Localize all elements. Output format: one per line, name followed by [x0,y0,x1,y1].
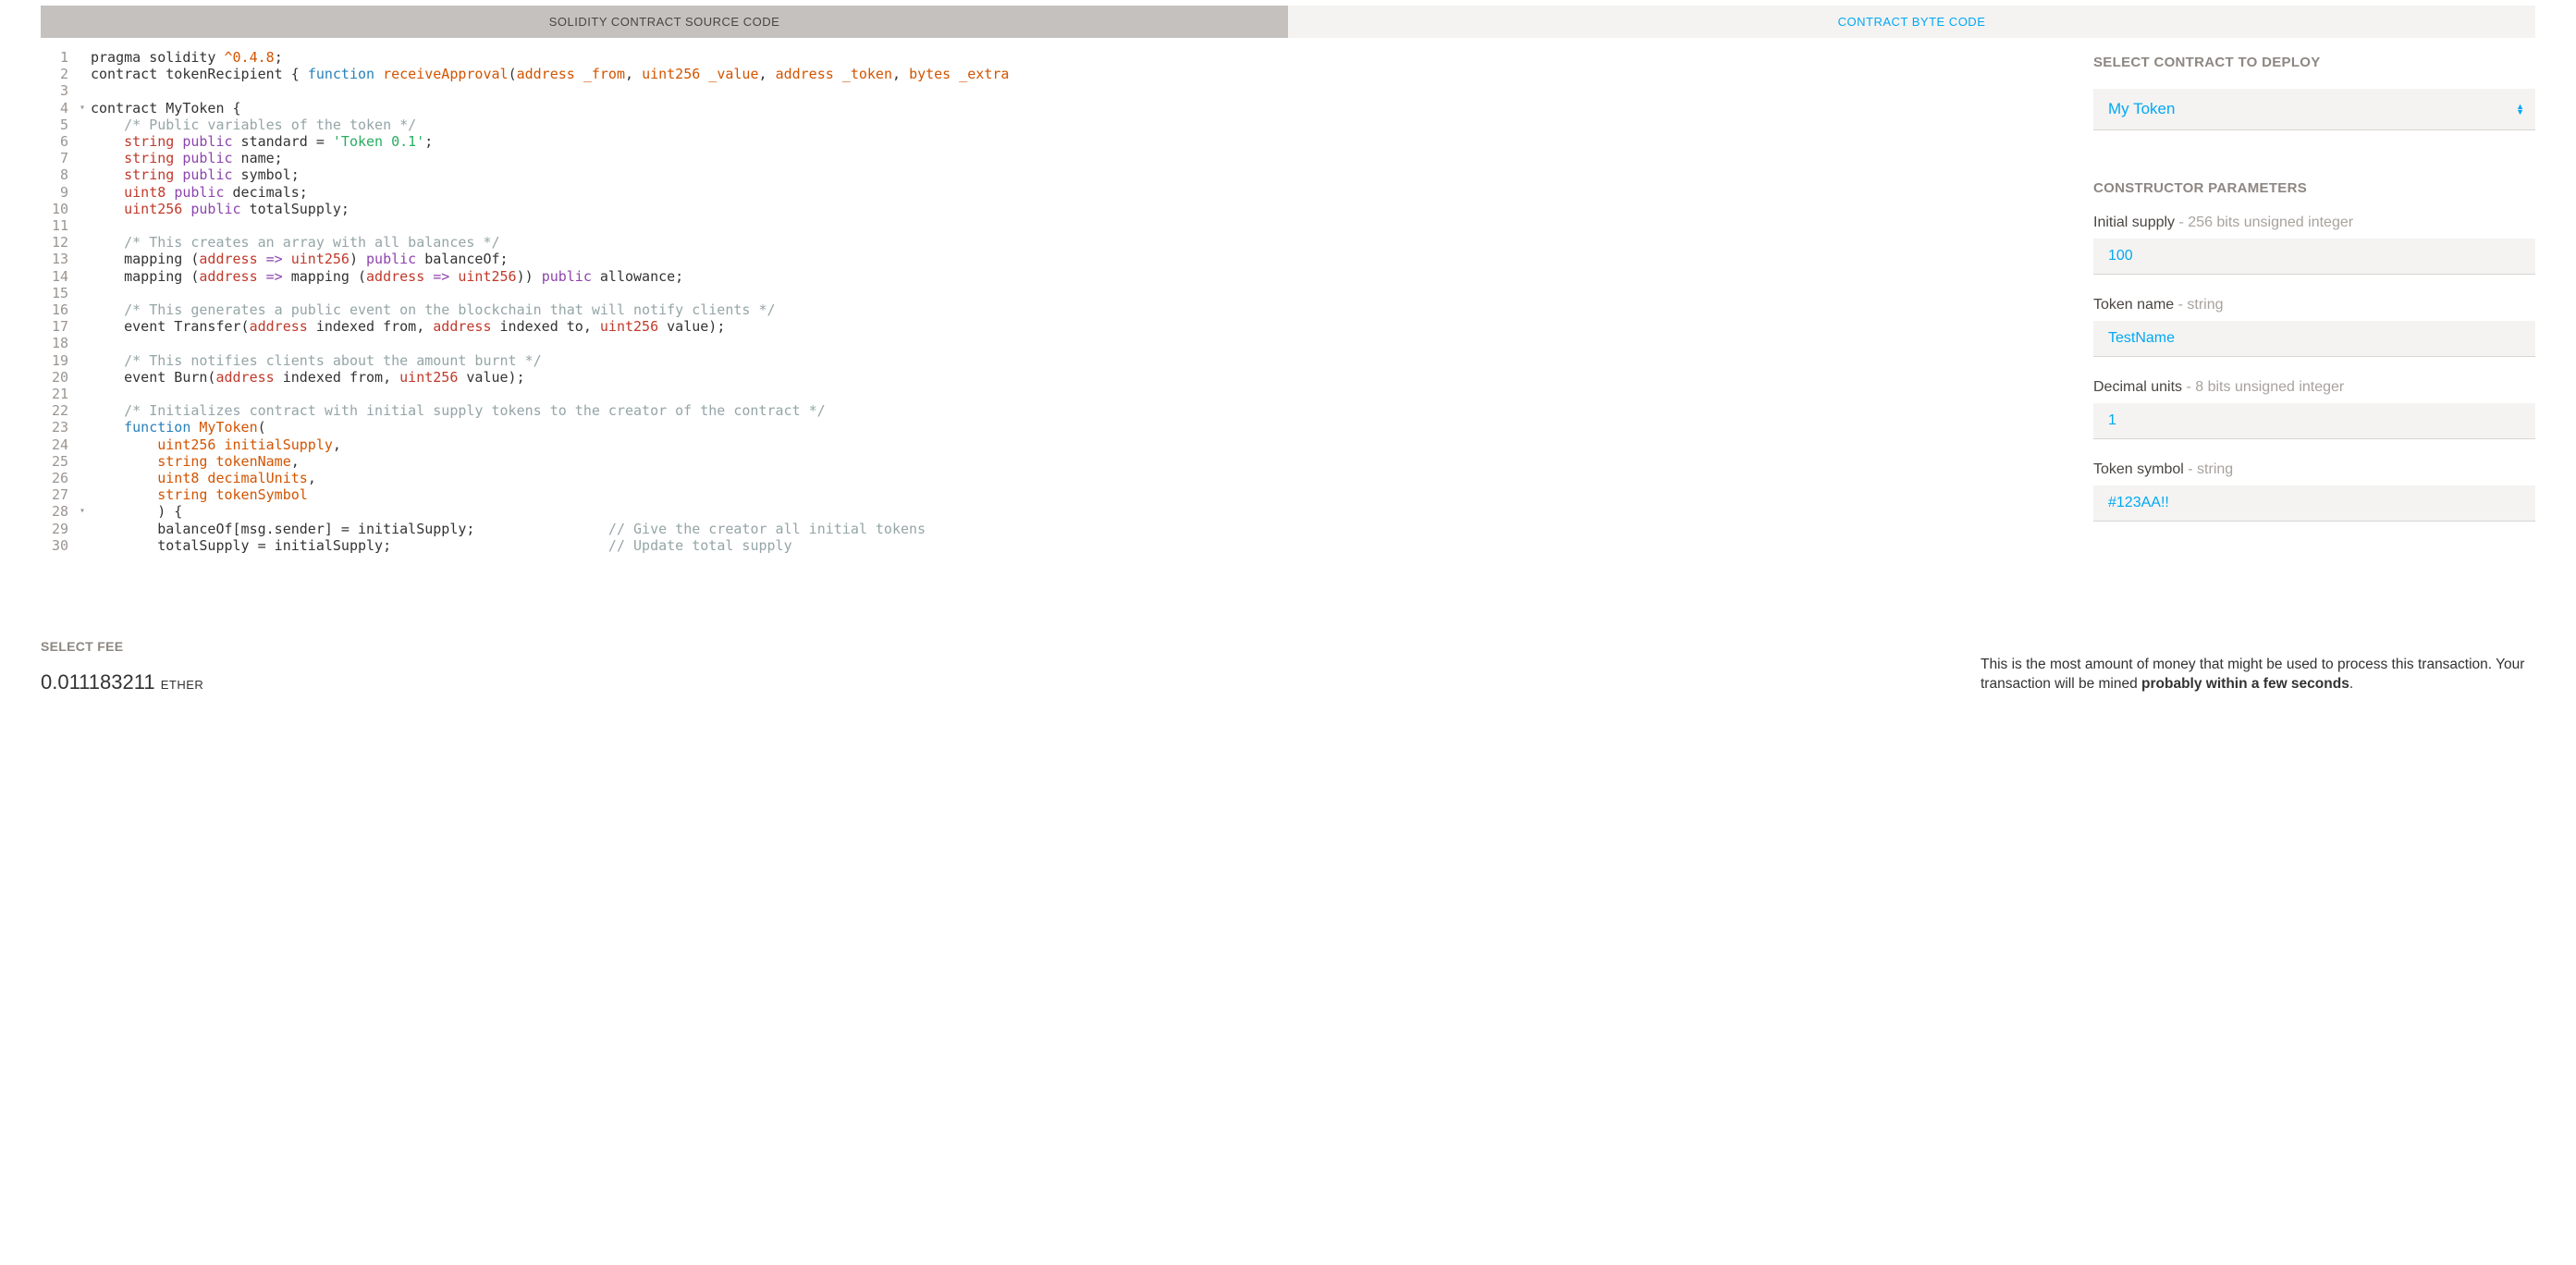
deploy-sidebar: SELECT CONTRACT TO DEPLOY My Token ▲▼ CO… [2093,49,2535,554]
param-block: Decimal units - 8 bits unsigned integer [2093,379,2535,439]
code-line[interactable]: 13 mapping (address => uint256) public b… [41,251,2071,267]
code-line[interactable]: 17 event Transfer(address indexed from, … [41,318,2071,335]
code-line[interactable]: 27 string tokenSymbol [41,486,2071,503]
constructor-params-heading: CONSTRUCTOR PARAMETERS [2093,180,2535,196]
fee-description: This is the most amount of money that mi… [1981,656,2535,694]
param-block: Initial supply - 256 bits unsigned integ… [2093,215,2535,275]
param-block: Token symbol - string [2093,461,2535,522]
tab-byte-code[interactable]: CONTRACT BYTE CODE [1288,6,2535,38]
contract-select[interactable]: My Token ▲▼ [2093,89,2535,130]
code-line[interactable]: 5 /* Public variables of the token */ [41,117,2071,133]
code-line[interactable]: 12 /* This creates an array with all bal… [41,234,2071,251]
param-input[interactable] [2093,239,2535,275]
code-line[interactable]: 9 uint8 public decimals; [41,184,2071,201]
fee-section: SELECT FEE 0.011183211 ETHER [41,639,203,694]
code-line[interactable]: 23 function MyToken( [41,419,2071,436]
param-block: Token name - string [2093,297,2535,357]
code-line[interactable]: 15 [41,285,2071,301]
code-line[interactable]: 10 uint256 public totalSupply; [41,201,2071,217]
code-line[interactable]: 22 /* Initializes contract with initial … [41,402,2071,419]
fee-amount: 0.011183211 ETHER [41,670,203,694]
code-line[interactable]: 3 [41,82,2071,99]
code-line[interactable]: 2contract tokenRecipient { function rece… [41,66,2071,82]
contract-select-value: My Token [2108,100,2175,117]
param-label: Token symbol - string [2093,461,2535,478]
code-line[interactable]: 16 /* This generates a public event on t… [41,301,2071,318]
code-line[interactable]: 21 [41,386,2071,402]
param-label: Decimal units - 8 bits unsigned integer [2093,379,2535,396]
code-editor[interactable]: 1pragma solidity ^0.4.8;2contract tokenR… [41,49,2071,554]
code-line[interactable]: 11 [41,217,2071,234]
param-input[interactable] [2093,321,2535,357]
code-line[interactable]: 26 uint8 decimalUnits, [41,470,2071,486]
code-line[interactable]: 25 string tokenName, [41,453,2071,470]
param-label: Token name - string [2093,297,2535,313]
tab-source-code[interactable]: SOLIDITY CONTRACT SOURCE CODE [41,6,1288,38]
code-line[interactable]: 7 string public name; [41,150,2071,166]
code-line[interactable]: 4▾contract MyToken { [41,100,2071,117]
code-line[interactable]: 6 string public standard = 'Token 0.1'; [41,133,2071,150]
code-line[interactable]: 20 event Burn(address indexed from, uint… [41,369,2071,386]
tabs-bar: SOLIDITY CONTRACT SOURCE CODE CONTRACT B… [41,6,2535,38]
select-contract-heading: SELECT CONTRACT TO DEPLOY [2093,55,2535,70]
code-line[interactable]: 8 string public symbol; [41,166,2071,183]
param-input[interactable] [2093,485,2535,522]
code-line[interactable]: 14 mapping (address => mapping (address … [41,268,2071,285]
code-line[interactable]: 24 uint256 initialSupply, [41,436,2071,453]
code-line[interactable]: 28▾ ) { [41,503,2071,520]
param-label: Initial supply - 256 bits unsigned integ… [2093,215,2535,231]
code-line[interactable]: 19 /* This notifies clients about the am… [41,352,2071,369]
code-line[interactable]: 30 totalSupply = initialSupply; // Updat… [41,537,2071,554]
code-line[interactable]: 18 [41,335,2071,351]
code-line[interactable]: 1pragma solidity ^0.4.8; [41,49,2071,66]
param-input[interactable] [2093,403,2535,439]
select-fee-heading: SELECT FEE [41,639,203,654]
chevron-up-down-icon: ▲▼ [2516,104,2524,115]
code-line[interactable]: 29 balanceOf[msg.sender] = initialSupply… [41,521,2071,537]
